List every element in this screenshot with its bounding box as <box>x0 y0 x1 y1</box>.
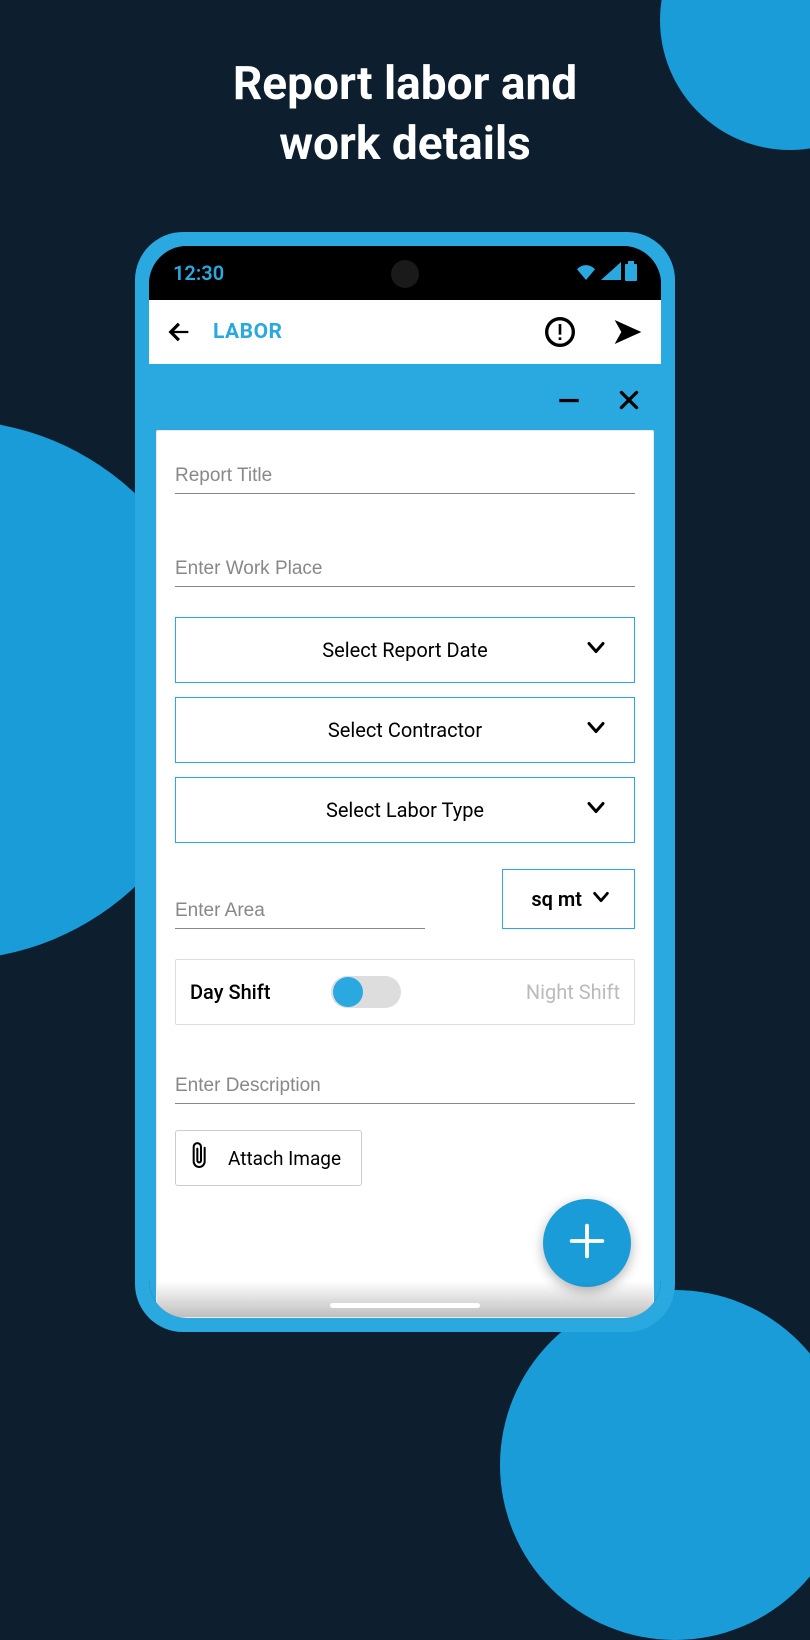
night-shift-label: Night Shift <box>526 980 620 1004</box>
unit-label: sq mt <box>531 887 582 911</box>
status-time: 12:30 <box>173 261 224 285</box>
android-nav-handle[interactable] <box>330 1303 480 1308</box>
select-report-date-label: Select Report Date <box>322 638 487 662</box>
minimize-button[interactable] <box>554 385 584 415</box>
add-fab[interactable] <box>543 1199 631 1287</box>
paperclip-icon <box>190 1141 212 1176</box>
select-contractor[interactable]: Select Contractor <box>175 697 635 763</box>
select-labor-type-label: Select Labor Type <box>326 798 484 822</box>
signal-icon <box>601 262 621 284</box>
status-icons-group <box>575 261 637 285</box>
area-row: sq mt <box>175 869 635 929</box>
select-report-date[interactable]: Select Report Date <box>175 617 635 683</box>
app-header: LABOR <box>149 300 661 364</box>
camera-notch <box>391 260 419 288</box>
area-input[interactable] <box>175 892 425 929</box>
phone-screen: 12:30 LABOR <box>149 246 661 1318</box>
status-bar: 12:30 <box>149 246 661 300</box>
decorative-circle <box>500 1290 810 1640</box>
phone-frame: 12:30 LABOR <box>135 232 675 1332</box>
select-contractor-label: Select Contractor <box>328 718 482 742</box>
promo-title: Report labor and work details <box>0 55 810 175</box>
promo-line-1: Report labor and <box>0 55 810 115</box>
select-labor-type[interactable]: Select Labor Type <box>175 777 635 843</box>
description-input[interactable] <box>175 1067 635 1104</box>
panel-header <box>156 370 654 430</box>
toggle-thumb <box>333 977 363 1007</box>
chevron-down-icon <box>590 886 612 913</box>
day-shift-label: Day Shift <box>190 980 271 1004</box>
shift-toggle[interactable] <box>331 976 401 1008</box>
close-button[interactable] <box>614 385 644 415</box>
wifi-icon <box>575 262 597 284</box>
unit-select[interactable]: sq mt <box>502 869 635 929</box>
attach-image-label: Attach Image <box>228 1147 341 1170</box>
attach-image-button[interactable]: Attach Image <box>175 1130 362 1186</box>
promo-line-2: work details <box>0 115 810 175</box>
work-place-input[interactable] <box>175 550 635 587</box>
page-title: LABOR <box>213 320 509 344</box>
content-area: Select Report Date Select Contractor Sel… <box>149 364 661 1318</box>
report-title-input[interactable] <box>175 457 635 494</box>
plus-icon <box>564 1218 610 1268</box>
back-button[interactable] <box>165 318 193 346</box>
form-panel: Select Report Date Select Contractor Sel… <box>156 430 654 1318</box>
chevron-down-icon <box>584 636 608 665</box>
chevron-down-icon <box>584 796 608 825</box>
shift-row: Day Shift Night Shift <box>175 959 635 1025</box>
send-button[interactable] <box>611 315 645 349</box>
alert-button[interactable] <box>543 315 577 349</box>
battery-icon <box>625 261 637 285</box>
bottom-fade <box>157 1281 653 1317</box>
chevron-down-icon <box>584 716 608 745</box>
